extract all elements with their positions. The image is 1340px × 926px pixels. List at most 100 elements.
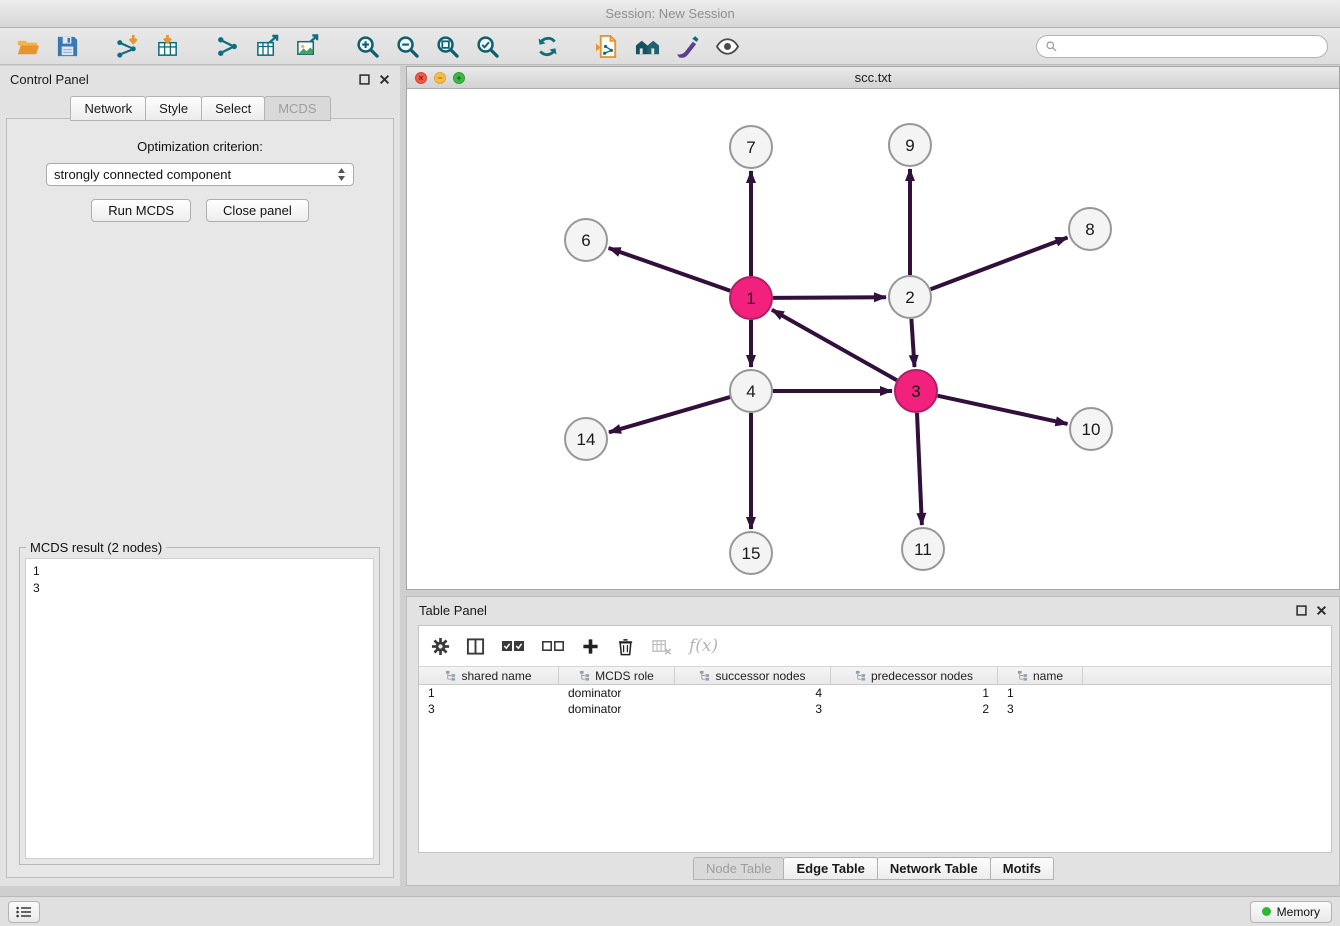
function-builder-button[interactable]: f(x) [689,636,718,656]
refresh-button[interactable] [532,31,562,61]
tab-select[interactable]: Select [201,96,265,121]
column-header-successor-nodes[interactable]: successor nodes [675,667,831,684]
graph-edge-3-10[interactable] [938,396,1068,424]
graph-node-4[interactable]: 4 [730,370,772,412]
table-cell[interactable]: 3 [675,701,831,717]
tab-motifs[interactable]: Motifs [990,857,1054,880]
tab-node-table[interactable]: Node Table [693,857,785,880]
close-panel-button[interactable]: Close panel [206,199,309,222]
application-window: Session: New Session [0,0,1340,926]
tab-style[interactable]: Style [145,96,202,121]
minimize-window-icon[interactable]: − [434,72,446,84]
table-settings-button[interactable] [431,637,450,656]
new-network-button[interactable] [212,31,242,61]
delete-column-button[interactable] [616,637,635,656]
table-cell[interactable]: 1 [831,685,998,701]
table-row[interactable]: 1dominator411 [419,685,1331,701]
graph-edge-4-14[interactable] [609,397,730,432]
deselect-all-button[interactable] [541,639,565,653]
task-history-button[interactable] [8,901,40,923]
graph-edge-2-3[interactable] [911,319,914,367]
apply-style-button[interactable] [672,31,702,61]
close-panel-icon[interactable] [1316,605,1327,616]
graph-node-9[interactable]: 9 [889,124,931,166]
network-canvas[interactable]: 7 9 6 8 1 2 4 3 14 10 15 11 [407,89,1339,589]
zoom-fit-button[interactable] [432,31,462,61]
float-panel-icon[interactable] [1296,605,1307,616]
graph-node-7[interactable]: 7 [730,126,772,168]
run-mcds-button[interactable]: Run MCDS [91,199,191,222]
network-snapshot-icon [595,34,620,59]
svg-text:6: 6 [581,231,590,250]
column-header-mcds-role[interactable]: MCDS role [559,667,675,684]
close-panel-icon[interactable] [379,74,390,85]
graph-node-1[interactable]: 1 [730,277,772,319]
export-table-button[interactable] [252,31,282,61]
graph-node-8[interactable]: 8 [1069,208,1111,250]
column-header-shared-name[interactable]: shared name [419,667,559,684]
mcds-result-box[interactable]: 13 [25,558,374,859]
graph-edge-3-11[interactable] [917,413,922,525]
table-cell[interactable]: dominator [559,701,675,717]
search-input[interactable] [1063,39,1319,53]
export-image-button[interactable] [292,31,322,61]
show-hide-button[interactable] [712,31,742,61]
column-header-label: successor nodes [715,669,805,683]
float-panel-icon[interactable] [359,74,370,85]
graph-node-11[interactable]: 11 [902,528,944,570]
table-cell[interactable]: 1 [419,685,559,701]
open-session-button[interactable] [12,31,42,61]
graph-edge-2-8[interactable] [931,238,1068,290]
graph-node-6[interactable]: 6 [565,219,607,261]
table-cell[interactable]: dominator [559,685,675,701]
dropdown-stepper-icon [337,167,346,182]
graph-node-2[interactable]: 2 [889,276,931,318]
add-column-button[interactable] [581,637,600,656]
import-network-button[interactable] [112,31,142,61]
tab-edge-table[interactable]: Edge Table [783,857,877,880]
tab-network-table[interactable]: Network Table [877,857,991,880]
graph-edge-3-1[interactable] [772,310,897,380]
table-cell[interactable]: 1 [998,685,1083,701]
table-cell[interactable]: 3 [998,701,1083,717]
maximize-window-icon[interactable]: + [453,72,465,84]
zoom-selected-button[interactable] [472,31,502,61]
memory-button[interactable]: Memory [1250,901,1332,923]
search-field[interactable] [1036,35,1328,58]
table-cell[interactable]: 3 [419,701,559,717]
column-header-name[interactable]: name [998,667,1083,684]
control-panel-tabs: NetworkStyleSelectMCDS [0,96,400,121]
graph-node-14[interactable]: 14 [565,418,607,460]
criterion-dropdown[interactable]: strongly connected component [46,163,354,186]
import-table-button[interactable] [152,31,182,61]
network-graph[interactable]: 7 9 6 8 1 2 4 3 14 10 15 11 [407,89,1339,589]
table-row[interactable]: 3dominator323 [419,701,1331,717]
show-columns-button[interactable] [466,637,485,656]
save-session-button[interactable] [52,31,82,61]
network-snapshot-button[interactable] [592,31,622,61]
plus-icon [581,637,600,656]
svg-text:9: 9 [905,136,914,155]
column-sort-icon [1017,670,1028,681]
delete-table-button[interactable] [651,637,673,656]
graph-edge-1-2[interactable] [773,297,886,298]
select-all-icon [501,639,525,653]
graph-edge-1-6[interactable] [609,248,731,291]
tab-mcds[interactable]: MCDS [264,96,330,121]
tab-network[interactable]: Network [70,96,146,121]
table-body: 1dominator4113dominator323 [419,685,1331,717]
select-all-button[interactable] [501,639,525,653]
table-cell[interactable]: 2 [831,701,998,717]
column-header-predecessor-nodes[interactable]: predecessor nodes [831,667,998,684]
svg-text:8: 8 [1085,220,1094,239]
control-panel: Control Panel NetworkStyleSelectMCDS Opt… [0,66,400,886]
graph-node-10[interactable]: 10 [1070,408,1112,450]
first-neighbors-button[interactable] [632,31,662,61]
table-cell[interactable]: 4 [675,685,831,701]
graph-node-3[interactable]: 3 [895,370,937,412]
close-window-icon[interactable]: × [415,72,427,84]
column-sort-icon [579,670,590,681]
zoom-in-button[interactable] [352,31,382,61]
graph-node-15[interactable]: 15 [730,532,772,574]
zoom-out-button[interactable] [392,31,422,61]
